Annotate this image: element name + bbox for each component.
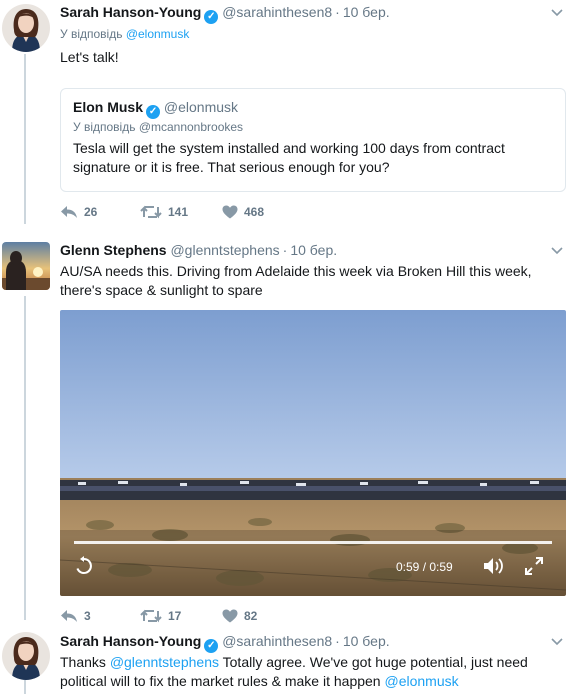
- quoted-reply-context: У відповідь @mcannonbrookes: [73, 119, 243, 135]
- quoted-author-handle: @elonmusk: [163, 99, 239, 115]
- tweet-header: Sarah Hanson-Young ✓ @sarahinthesen8 · 10 б…: [60, 631, 390, 653]
- fullscreen-icon[interactable]: [524, 556, 544, 576]
- video-progress-bar[interactable]: [74, 541, 552, 544]
- text-segment: Thanks: [60, 654, 110, 670]
- tweet-text: Thanks @glenntstephens Totally agree. We…: [60, 653, 550, 691]
- chevron-down-icon[interactable]: [550, 5, 564, 19]
- avatar[interactable]: [2, 242, 50, 290]
- author-name[interactable]: Sarah Hanson-Young: [60, 633, 201, 649]
- retweet-icon: [140, 609, 162, 623]
- reply-button[interactable]: 3: [60, 606, 91, 626]
- reply-icon: [61, 206, 77, 218]
- heart-icon: [222, 609, 238, 623]
- quoted-tweet-header: Elon Musk ✓ @elonmusk: [73, 97, 238, 119]
- chevron-down-icon[interactable]: [550, 243, 564, 257]
- video-time-label: 0:59 / 0:59: [396, 560, 453, 574]
- tweet[interactable]: Sarah Hanson-Young ✓ @sarahinthesen8 · 10 б…: [0, 0, 572, 232]
- reply-icon: [61, 610, 77, 622]
- separator-dot: ·: [282, 242, 288, 258]
- tweet[interactable]: Sarah Hanson-Young ✓ @sarahinthesen8 · 10 б…: [0, 628, 572, 694]
- reply-context: У відповідь @elonmusk: [60, 26, 189, 42]
- author-handle[interactable]: @sarahinthesen8: [222, 4, 332, 20]
- timestamp[interactable]: 10 бер.: [343, 4, 390, 20]
- author-name[interactable]: Glenn Stephens: [60, 242, 167, 258]
- video-frame: [60, 310, 566, 596]
- timestamp[interactable]: 10 бер.: [343, 633, 390, 649]
- tweet-text: Let's talk!: [60, 49, 119, 65]
- retweet-button[interactable]: 17: [140, 606, 181, 626]
- reply-mention-link[interactable]: @elonmusk: [126, 27, 190, 41]
- tweet-text: AU/SA needs this. Driving from Adelaide …: [60, 263, 532, 298]
- retweet-count: 17: [168, 609, 182, 623]
- author-handle[interactable]: @glenntstephens: [170, 242, 279, 258]
- retweet-icon: [140, 205, 162, 219]
- timestamp[interactable]: 10 бер.: [290, 242, 337, 258]
- retweet-count: 141: [168, 205, 189, 219]
- reply-prefix: У відповідь: [60, 27, 123, 41]
- like-count: 468: [244, 205, 265, 219]
- reply-count: 3: [84, 609, 91, 623]
- replay-icon[interactable]: [74, 556, 94, 576]
- author-name[interactable]: Sarah Hanson-Young: [60, 4, 201, 20]
- separator-dot: ·: [335, 633, 340, 649]
- tweet-header: Glenn Stephens @glenntstephens · 10 бер.: [60, 240, 337, 260]
- video-player[interactable]: 0:59 / 0:59: [60, 310, 566, 596]
- separator-dot: ·: [335, 4, 340, 20]
- reply-mention-link: @mcannonbrookes: [138, 120, 244, 134]
- volume-icon[interactable]: [482, 556, 504, 576]
- reply-prefix: У відповідь: [73, 120, 136, 134]
- author-handle[interactable]: @sarahinthesen8: [222, 633, 332, 649]
- reply-count: 26: [84, 205, 98, 219]
- reply-button[interactable]: 26: [60, 202, 97, 222]
- quoted-author-name: Elon Musk: [73, 99, 144, 115]
- verified-badge-icon: ✓: [204, 10, 219, 24]
- mention-link[interactable]: @elonmusk: [384, 673, 458, 689]
- heart-icon: [222, 205, 238, 219]
- quoted-tweet-text: Tesla will get the system installed and …: [73, 140, 505, 175]
- like-button[interactable]: 468: [222, 202, 264, 222]
- verified-badge-icon: ✓: [204, 639, 219, 653]
- chevron-down-icon[interactable]: [550, 634, 564, 648]
- avatar[interactable]: [2, 4, 50, 52]
- like-button[interactable]: 82: [222, 606, 257, 626]
- quoted-tweet[interactable]: Elon Musk ✓ @elonmusk У відповідь @mcanno…: [60, 88, 566, 192]
- tweet[interactable]: Glenn Stephens @glenntstephens · 10 бер. A…: [0, 232, 572, 632]
- avatar[interactable]: [2, 632, 50, 680]
- tweet-header: Sarah Hanson-Young ✓ @sarahinthesen8 · 10 б…: [60, 2, 390, 24]
- retweet-button[interactable]: 141: [140, 202, 188, 222]
- like-count: 82: [244, 609, 258, 623]
- verified-badge-icon: ✓: [146, 105, 161, 119]
- mention-link[interactable]: @glenntstephens: [110, 654, 219, 670]
